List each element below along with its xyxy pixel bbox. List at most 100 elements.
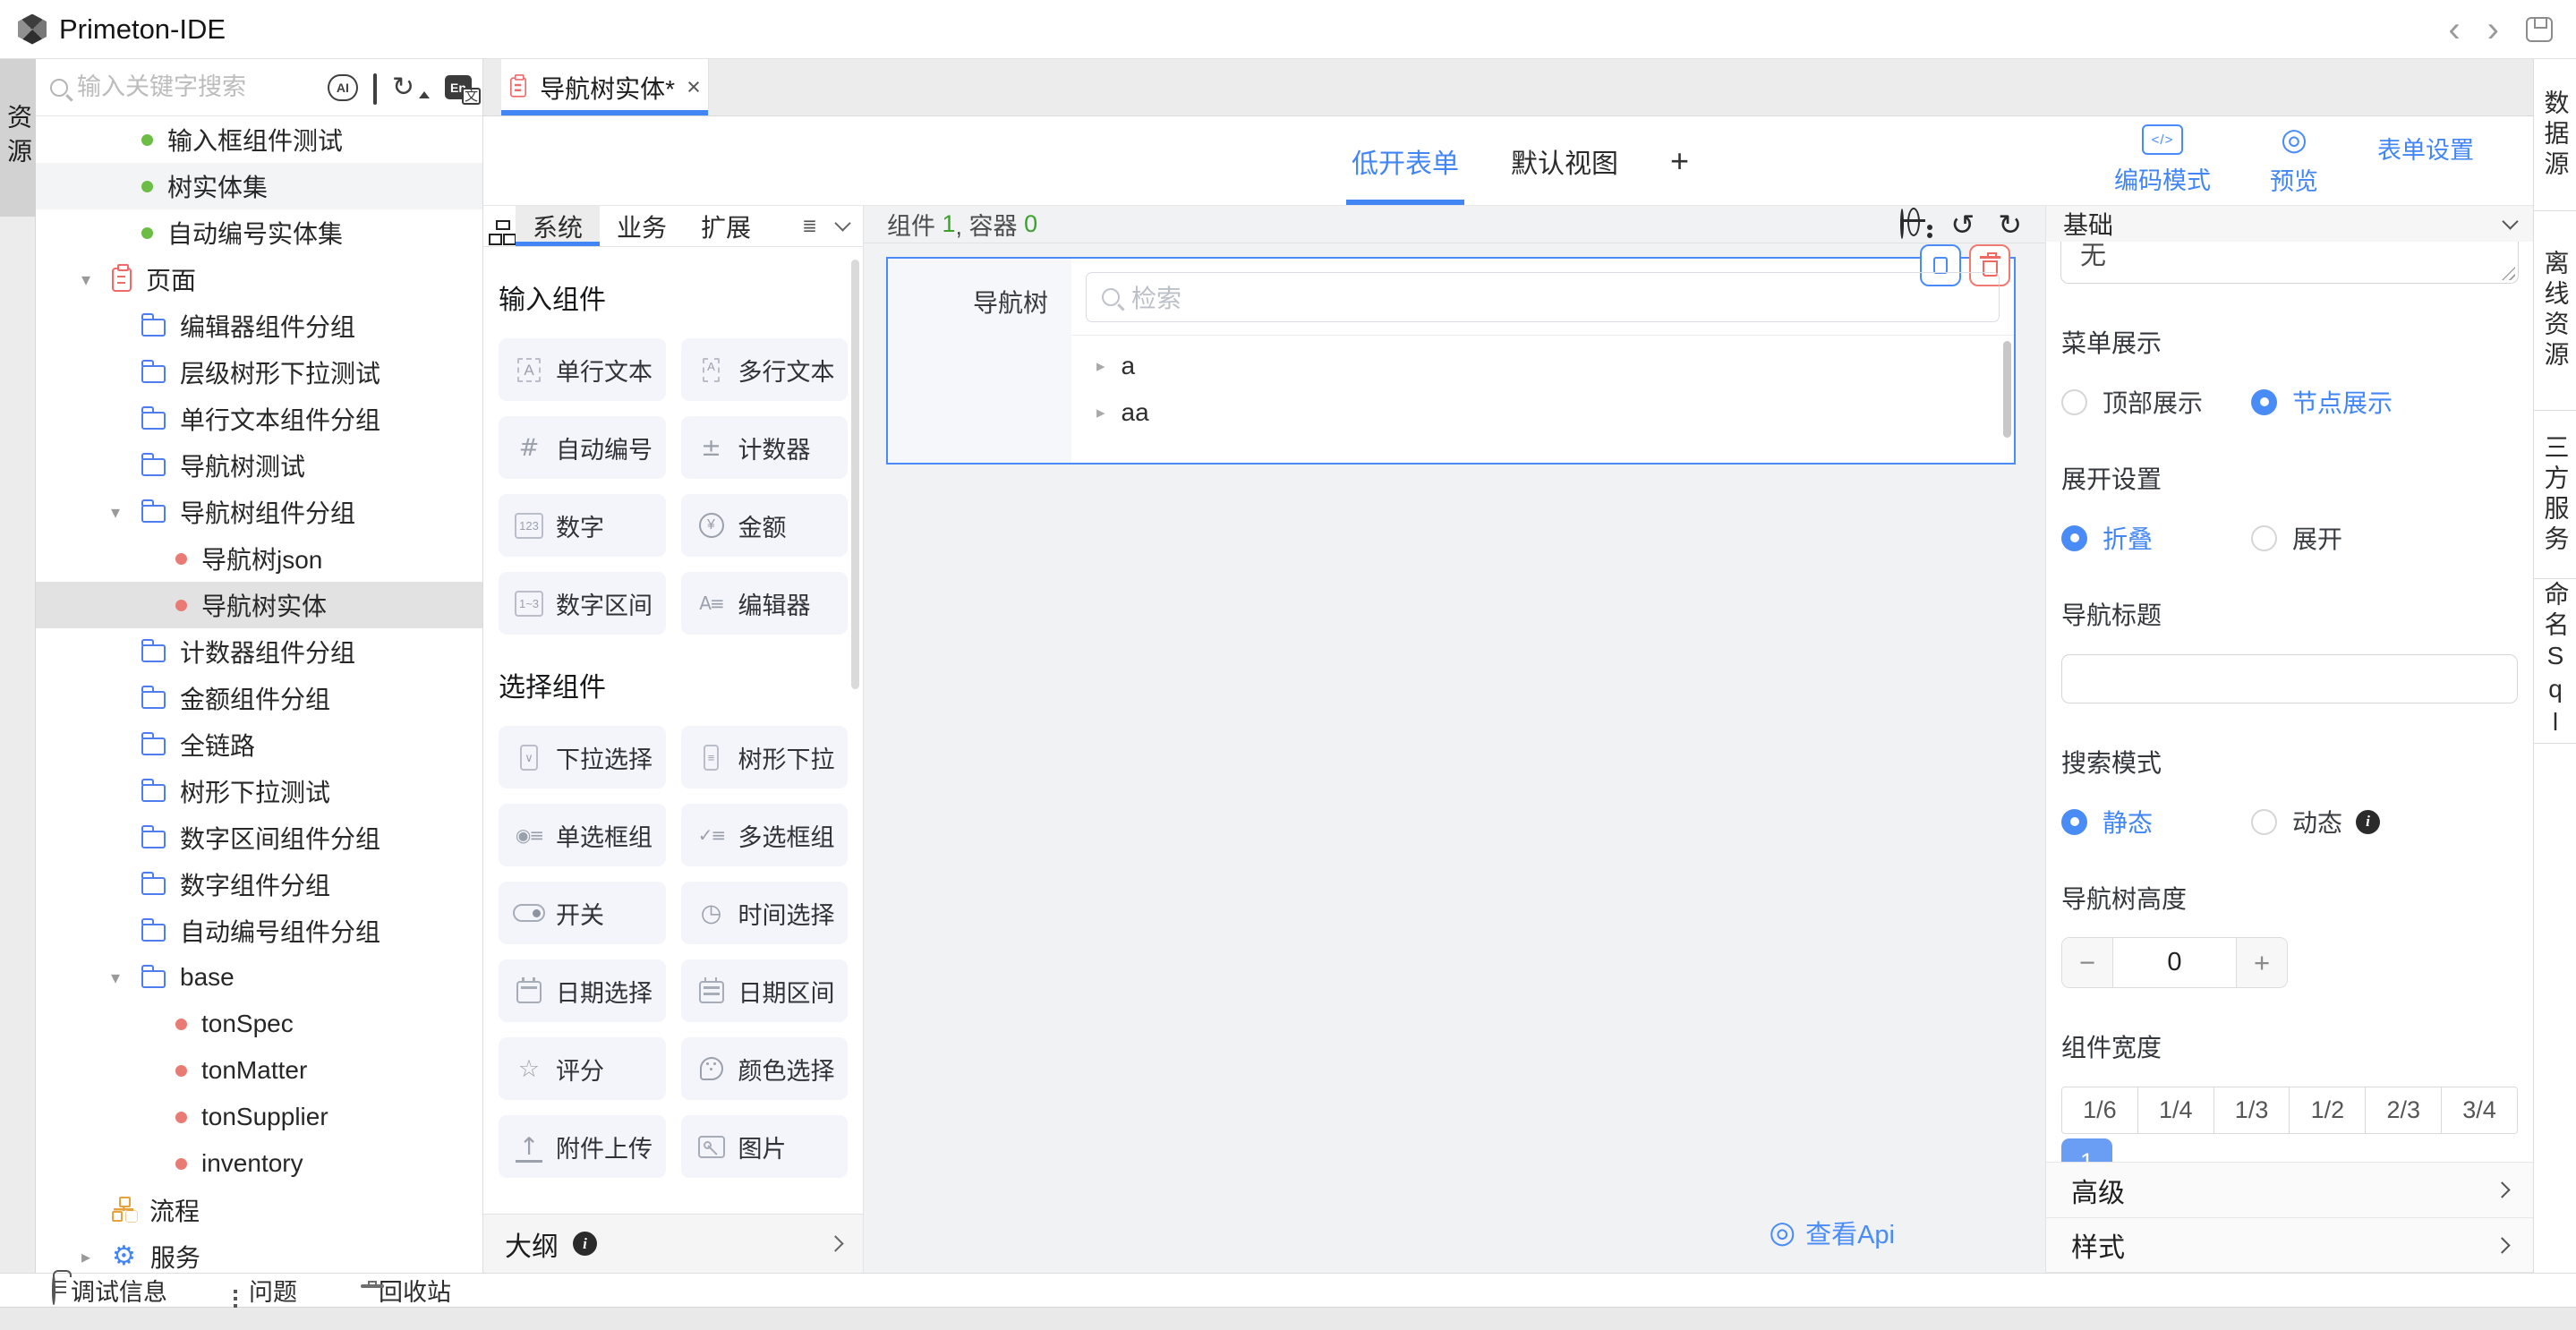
bottom-bar-问题[interactable]: 问题 [234,1273,297,1308]
palette-tab-业务[interactable]: 业务 [600,206,684,246]
palette-scrollbar[interactable] [851,260,859,689]
preview-button[interactable]: ◎ 预览 [2270,124,2318,197]
tree-expander-icon[interactable]: ▾ [111,967,141,988]
palette-item-下拉选择[interactable]: ∨ 下拉选择 [499,726,666,789]
component-search-box[interactable]: 检索 [1086,272,2000,322]
palette-item-日期区间[interactable]: 日期区间 [681,959,849,1022]
palette-item-编辑器[interactable]: A≡ 编辑器 [681,572,849,635]
width-option-1/2[interactable]: 1/2 [2290,1087,2366,1133]
palette-item-日期选择[interactable]: 日期选择 [499,959,666,1022]
width-option-2/3[interactable]: 2/3 [2366,1087,2442,1133]
width-option-1/4[interactable]: 1/4 [2138,1087,2214,1133]
radio-expand-setting-折叠[interactable]: 折叠 [2061,520,2251,556]
save-icon[interactable] [2526,17,2553,42]
ai-icon[interactable]: AI [328,74,358,101]
caret-right-icon[interactable]: ▸ [1096,356,1105,376]
forward-icon[interactable]: › [2487,16,2499,43]
palette-item-时间选择[interactable]: ◷ 时间选择 [681,882,849,944]
form-settings-button[interactable]: 表单设置 [2377,124,2474,197]
stepper-value[interactable]: 0 [2113,938,2236,987]
tree-item[interactable]: 全链路 [36,721,482,768]
tree-item[interactable]: 单行文本组件分组 [36,396,482,442]
search-input[interactable] [77,73,319,101]
bottom-bar-回收站[interactable]: 回收站 [363,1273,451,1308]
palette-tab-系统[interactable]: 系统 [516,206,600,246]
palette-item-自动编号[interactable]: # 自动编号 [499,416,666,479]
nav-tree-node[interactable]: ▸ a [1086,343,2000,389]
palette-tab-扩展[interactable]: 扩展 [684,206,768,246]
radio-expand-setting-展开[interactable]: 展开 [2251,520,2342,556]
outline-bar[interactable]: 大纲 i [483,1214,863,1273]
tree-item[interactable]: 树形下拉测试 [36,768,482,814]
decrement-button[interactable]: − [2062,938,2113,987]
nav-title-input[interactable] [2061,654,2518,703]
nav-tree-component-selected[interactable]: 导航树 检索 ▸ a ▸ aa [886,257,2016,465]
palette-item-单行文本[interactable]: A 单行文本 [499,338,666,401]
basic-section-header[interactable]: 基础 [2046,206,2533,242]
undo-icon[interactable]: ↺ [1950,208,1975,242]
tree-item[interactable]: 数字区间组件分组 [36,814,482,861]
tree-item[interactable]: 自动编号组件分组 [36,908,482,954]
width-option-1/6[interactable]: 1/6 [2062,1087,2138,1133]
tree-item[interactable]: tonMatter [36,1047,482,1094]
palette-item-数字区间[interactable]: 1~3 数字区间 [499,572,666,635]
palette-item-多行文本[interactable]: A 多行文本 [681,338,849,401]
tab-命名Sql[interactable]: 命名Sql [2534,579,2576,744]
code-mode-button[interactable]: </> 编码模式 [2114,124,2211,197]
chevron-down-icon[interactable] [834,215,850,231]
advanced-section-header[interactable]: 高级 [2046,1162,2533,1217]
info-icon[interactable]: i [2356,810,2380,834]
redo-icon[interactable]: ↻ [1998,208,2022,242]
document-tab[interactable]: 导航树实体* × [501,59,709,115]
tree-item[interactable]: 计数器组件分组 [36,628,482,675]
increment-button[interactable]: + [2236,938,2287,987]
palette-item-附件上传[interactable]: ↑ 附件上传 [499,1115,666,1178]
palette-item-多选框组[interactable]: ✓≡ 多选框组 [681,804,849,866]
style-section-header[interactable]: 样式 [2046,1217,2533,1273]
tree-item[interactable]: 导航树测试 [36,442,482,489]
tree-item[interactable]: tonSpec [36,1001,482,1047]
refresh-icon[interactable]: ↻ [392,72,414,103]
palette-item-计数器[interactable]: ± 计数器 [681,416,849,479]
nav-tree-node[interactable]: ▸ aa [1086,389,2000,436]
tree-item[interactable]: 自动编号实体集 [36,209,482,256]
tree-item[interactable]: tonSupplier [36,1094,482,1140]
tree-expander-icon[interactable]: ▾ [111,501,141,523]
bottom-bar-调试信息[interactable]: 调试信息 [52,1273,167,1308]
tree-item[interactable]: 层级树形下拉测试 [36,349,482,396]
radio-menu-display-节点展示[interactable]: 节点展示 [2251,384,2393,420]
radio-search-mode-静态[interactable]: 静态 [2061,804,2251,840]
close-tab-icon[interactable]: × [687,73,701,101]
view-tab-默认视图[interactable]: 默认视图 [1511,116,1618,205]
translate-icon[interactable]: En [445,75,472,99]
palette-item-开关[interactable]: 开关 [499,882,666,944]
tree-item[interactable]: 编辑器组件分组 [36,303,482,349]
tree-item[interactable]: 输入框组件测试 [36,116,482,163]
tree-item[interactable]: inventory [36,1140,482,1187]
palette-item-图片[interactable]: 图片 [681,1115,849,1178]
palette-item-金额[interactable]: ¥ 金额 [681,494,849,557]
tree-item[interactable]: 导航树实体 [36,582,482,628]
radio-search-mode-动态[interactable]: 动态 i [2251,804,2380,840]
tree-item[interactable]: ▾ base [36,954,482,1001]
tab-数据源[interactable]: 数据源 [2534,59,2576,211]
data-source-textarea[interactable]: 无 [2060,242,2519,284]
tree-item[interactable]: 金额组件分组 [36,675,482,721]
tree-expander-icon[interactable]: ▸ [81,1246,112,1267]
palette-item-数字[interactable]: 123 数字 [499,494,666,557]
list-icon[interactable]: ≣ [802,215,817,237]
tree-item[interactable]: 流程 [36,1187,482,1233]
tree-item[interactable]: 数字组件分组 [36,861,482,908]
palette-item-树形下拉[interactable]: ≡ 树形下拉 [681,726,849,789]
add-view-tab-button[interactable]: + [1670,116,1689,205]
globe-icon[interactable] [1900,210,1904,238]
tab-三方服务[interactable]: 三方服务 [2534,411,2576,579]
component-tree-scrollbar[interactable] [2003,341,2011,438]
width-option-1/3[interactable]: 1/3 [2214,1087,2290,1133]
tab-离线资源[interactable]: 离线资源 [2534,211,2576,411]
width-option-3/4[interactable]: 3/4 [2442,1087,2517,1133]
palette-item-颜色选择[interactable]: 颜色选择 [681,1037,849,1100]
new-model-icon[interactable] [373,73,377,102]
view-tab-低开表单[interactable]: 低开表单 [1352,116,1459,205]
tree-item[interactable]: 导航树json [36,535,482,582]
